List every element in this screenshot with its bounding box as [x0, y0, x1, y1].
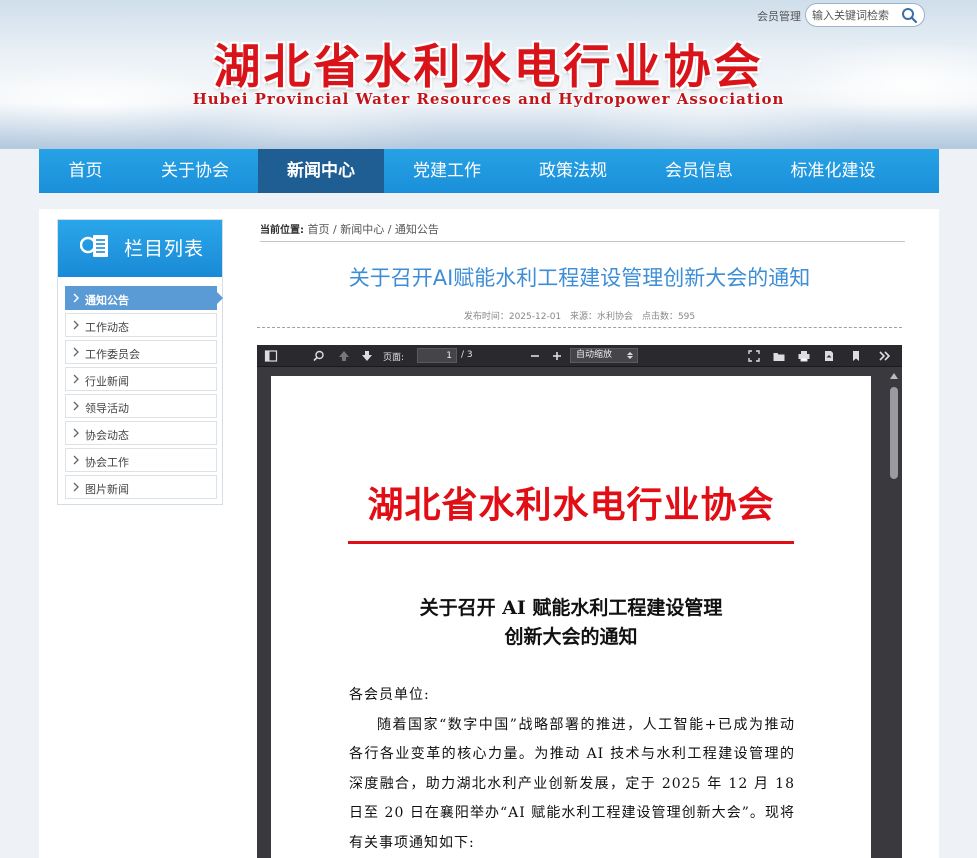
sidebar-item-work-news[interactable]: 工作动态: [65, 313, 217, 337]
main-nav: 首页 关于协会 新闻中心 党建工作 政策法规 会员信息 标准化建设: [39, 149, 939, 193]
next-page-icon[interactable]: [360, 349, 374, 363]
document-title-line-1: 关于召开 AI 赋能水利工程建设管理: [419, 597, 723, 619]
scroll-up-arrow-icon[interactable]: [890, 373, 898, 379]
nav-item-standards[interactable]: 标准化建设: [762, 149, 904, 193]
chevron-right-icon: [73, 428, 79, 438]
breadcrumb-path[interactable]: 首页 / 新闻中心 / 通知公告: [308, 223, 439, 236]
zoom-in-icon[interactable]: [550, 349, 564, 363]
zoom-select[interactable]: 自动缩放: [570, 348, 638, 363]
pdf-viewer: 页面: / 3 自动缩放: [257, 345, 902, 858]
member-management-link[interactable]: 会员管理: [757, 8, 801, 24]
open-file-icon[interactable]: [772, 349, 786, 363]
sidebar-title: 栏目列表: [124, 238, 205, 260]
document-title: 关于召开 AI 赋能水利工程建设管理 创新大会的通知: [271, 594, 871, 652]
nav-item-members[interactable]: 会员信息: [636, 149, 762, 193]
scrollbar-thumb[interactable]: [890, 387, 898, 479]
sidebar-item-label: 协会动态: [85, 429, 129, 442]
chevron-right-icon: [73, 320, 79, 330]
search-input[interactable]: [812, 7, 898, 23]
bookmark-icon[interactable]: [849, 349, 863, 363]
print-icon[interactable]: [797, 349, 811, 363]
breadcrumb: 当前位置: 首页 / 新闻中心 / 通知公告: [260, 221, 905, 242]
page-total: / 3: [461, 350, 473, 360]
sidebar-item-association-work[interactable]: 协会工作: [65, 448, 217, 472]
search-icon[interactable]: [900, 6, 918, 24]
page-label: 页面:: [383, 353, 405, 363]
sidebar-list: 通知公告 工作动态 工作委员会 行业新闻 领导活动 协会动态 协会工作 图片新闻: [65, 286, 223, 502]
chevron-right-icon: [73, 455, 79, 465]
chevron-right-icon: [73, 482, 79, 492]
sidebar-toggle-icon[interactable]: [264, 349, 278, 363]
document-title-line-2: 创新大会的通知: [504, 626, 638, 648]
article-source: 来源：水利协会: [570, 312, 634, 322]
nav-item-about[interactable]: 关于协会: [132, 149, 258, 193]
document-paragraph: 随着国家“数字中国”战略部署的推进，人工智能+已成为推动各行各业变革的核心力量。…: [349, 716, 795, 851]
sidebar-item-label: 行业新闻: [85, 375, 129, 388]
chevron-right-icon: [73, 293, 80, 303]
nav-item-news[interactable]: 新闻中心: [258, 149, 384, 193]
previous-page-icon[interactable]: [337, 349, 351, 363]
site-subtitle: Hubei Provincial Water Resources and Hyd…: [192, 90, 785, 108]
sidebar-item-label: 工作委员会: [85, 348, 140, 361]
click-count: 点击数：595: [641, 312, 696, 322]
sidebar-item-notices[interactable]: 通知公告: [65, 286, 223, 310]
zoom-out-icon[interactable]: [528, 349, 542, 363]
find-icon[interactable]: [312, 349, 326, 363]
download-icon[interactable]: [822, 349, 836, 363]
pdf-page: 湖北省水利水电行业协会 关于召开 AI 赋能水利工程建设管理 创新大会的通知 各…: [271, 376, 871, 858]
chevron-updown-icon: [627, 352, 633, 359]
sidebar-item-photo-news[interactable]: 图片新闻: [65, 475, 217, 499]
sidebar-item-label: 通知公告: [85, 294, 129, 307]
divider: [257, 327, 902, 328]
document-salutation: 各会员单位:: [349, 687, 430, 703]
sidebar-header: 栏目列表: [58, 220, 222, 277]
article-meta: 发布时间：2025-12-01 来源：水利协会 点击数：595: [257, 309, 902, 322]
chevron-right-icon: [73, 401, 79, 411]
chevron-right-icon: [73, 374, 79, 384]
sidebar-item-leadership[interactable]: 领导活动: [65, 394, 217, 418]
site-title: 湖北省水利水电行业协会: [213, 40, 764, 95]
sidebar-item-label: 领导活动: [85, 402, 129, 415]
search-box: [805, 3, 925, 27]
sidebar-item-label: 图片新闻: [85, 483, 129, 496]
sidebar-item-committees[interactable]: 工作委员会: [65, 340, 217, 364]
document-red-rule: [348, 541, 794, 544]
article-title: 关于召开AI赋能水利工程建设管理创新大会的通知: [348, 266, 811, 290]
nav-item-policy[interactable]: 政策法规: [510, 149, 636, 193]
publish-time: 发布时间：2025-12-01: [463, 312, 562, 322]
presentation-mode-icon[interactable]: [747, 349, 761, 363]
zoom-value: 自动缩放: [576, 350, 613, 360]
sidebar-item-industry-news[interactable]: 行业新闻: [65, 367, 217, 391]
chevron-right-icon: [73, 347, 79, 357]
nav-item-home[interactable]: 首页: [39, 149, 132, 193]
sidebar-item-association-news[interactable]: 协会动态: [65, 421, 217, 445]
sidebar: 栏目列表 通知公告 工作动态 工作委员会 行业新闻 领导活动 协会动态 协会工作…: [57, 219, 223, 505]
pdf-toolbar: 页面: / 3 自动缩放: [257, 345, 902, 367]
site-header: 会员管理 湖北省水利水电行业协会 Hubei Provincial Water …: [0, 0, 977, 149]
tools-menu-icon[interactable]: [878, 349, 892, 363]
page-number-input[interactable]: [417, 348, 457, 363]
pdf-scrollbar[interactable]: [887, 369, 901, 858]
sidebar-item-label: 协会工作: [85, 456, 129, 469]
document-body: 各会员单位: 随着国家“数字中国”战略部署的推进，人工智能+已成为推动各行各业变…: [349, 681, 795, 858]
document-org-header: 湖北省水利水电行业协会: [367, 484, 775, 526]
sidebar-item-label: 工作动态: [85, 321, 129, 334]
nav-item-party[interactable]: 党建工作: [384, 149, 510, 193]
column-list-icon: [80, 235, 108, 257]
breadcrumb-label: 当前位置:: [260, 225, 304, 236]
